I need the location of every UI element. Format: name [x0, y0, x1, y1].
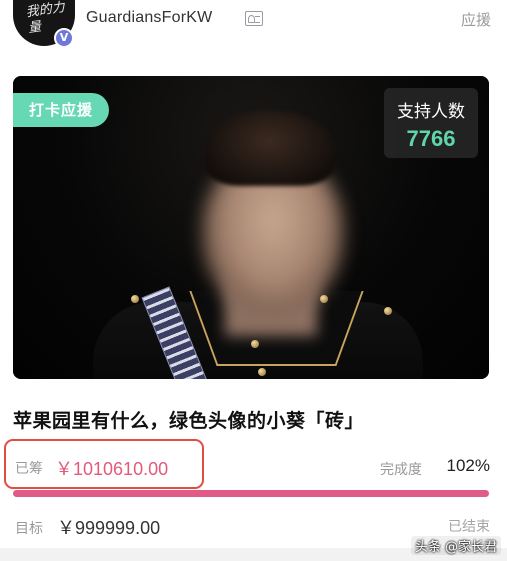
supporters-label: 支持人数 [397, 102, 465, 122]
status-badge: 已结束 [448, 519, 490, 535]
completion-value: 102% [446, 456, 490, 475]
raised-label: 已筹 [15, 461, 43, 477]
verified-icon: V [54, 28, 74, 48]
cover-image[interactable]: 打卡应援 支持人数 7766 [13, 76, 489, 379]
checkin-tag: 打卡应援 [13, 93, 109, 127]
button-stud [251, 340, 259, 348]
portrait-hair [205, 111, 335, 186]
supporters-count: 7766 [406, 126, 456, 151]
button-stud [384, 307, 392, 315]
supporters-box: 支持人数 7766 [384, 88, 478, 158]
goal-value: ￥999999.00 [57, 518, 161, 538]
support-link[interactable]: 应援 [461, 9, 491, 30]
campaign-card[interactable]: 我的力量 V GuardiansForKW 应援 打卡应援 支持人数 7766 … [0, 0, 507, 548]
progress-fill [13, 490, 489, 497]
watermark-text: 头条 @家长君 [414, 540, 497, 555]
button-stud [258, 368, 266, 376]
completion-label: 完成度 [380, 462, 422, 478]
button-stud [320, 295, 328, 303]
raised-value: ￥1010610.00 [55, 459, 169, 479]
button-stud [131, 295, 139, 303]
goal-label: 目标 [15, 521, 43, 537]
username[interactable]: GuardiansForKW [86, 9, 212, 27]
campaign-title[interactable]: 苹果园里有什么，绿色头像的小葵「砖」 [13, 406, 364, 433]
id-card-icon [245, 11, 263, 26]
progress-bar [13, 490, 489, 497]
watermark: 头条 @家长君 [410, 536, 501, 555]
